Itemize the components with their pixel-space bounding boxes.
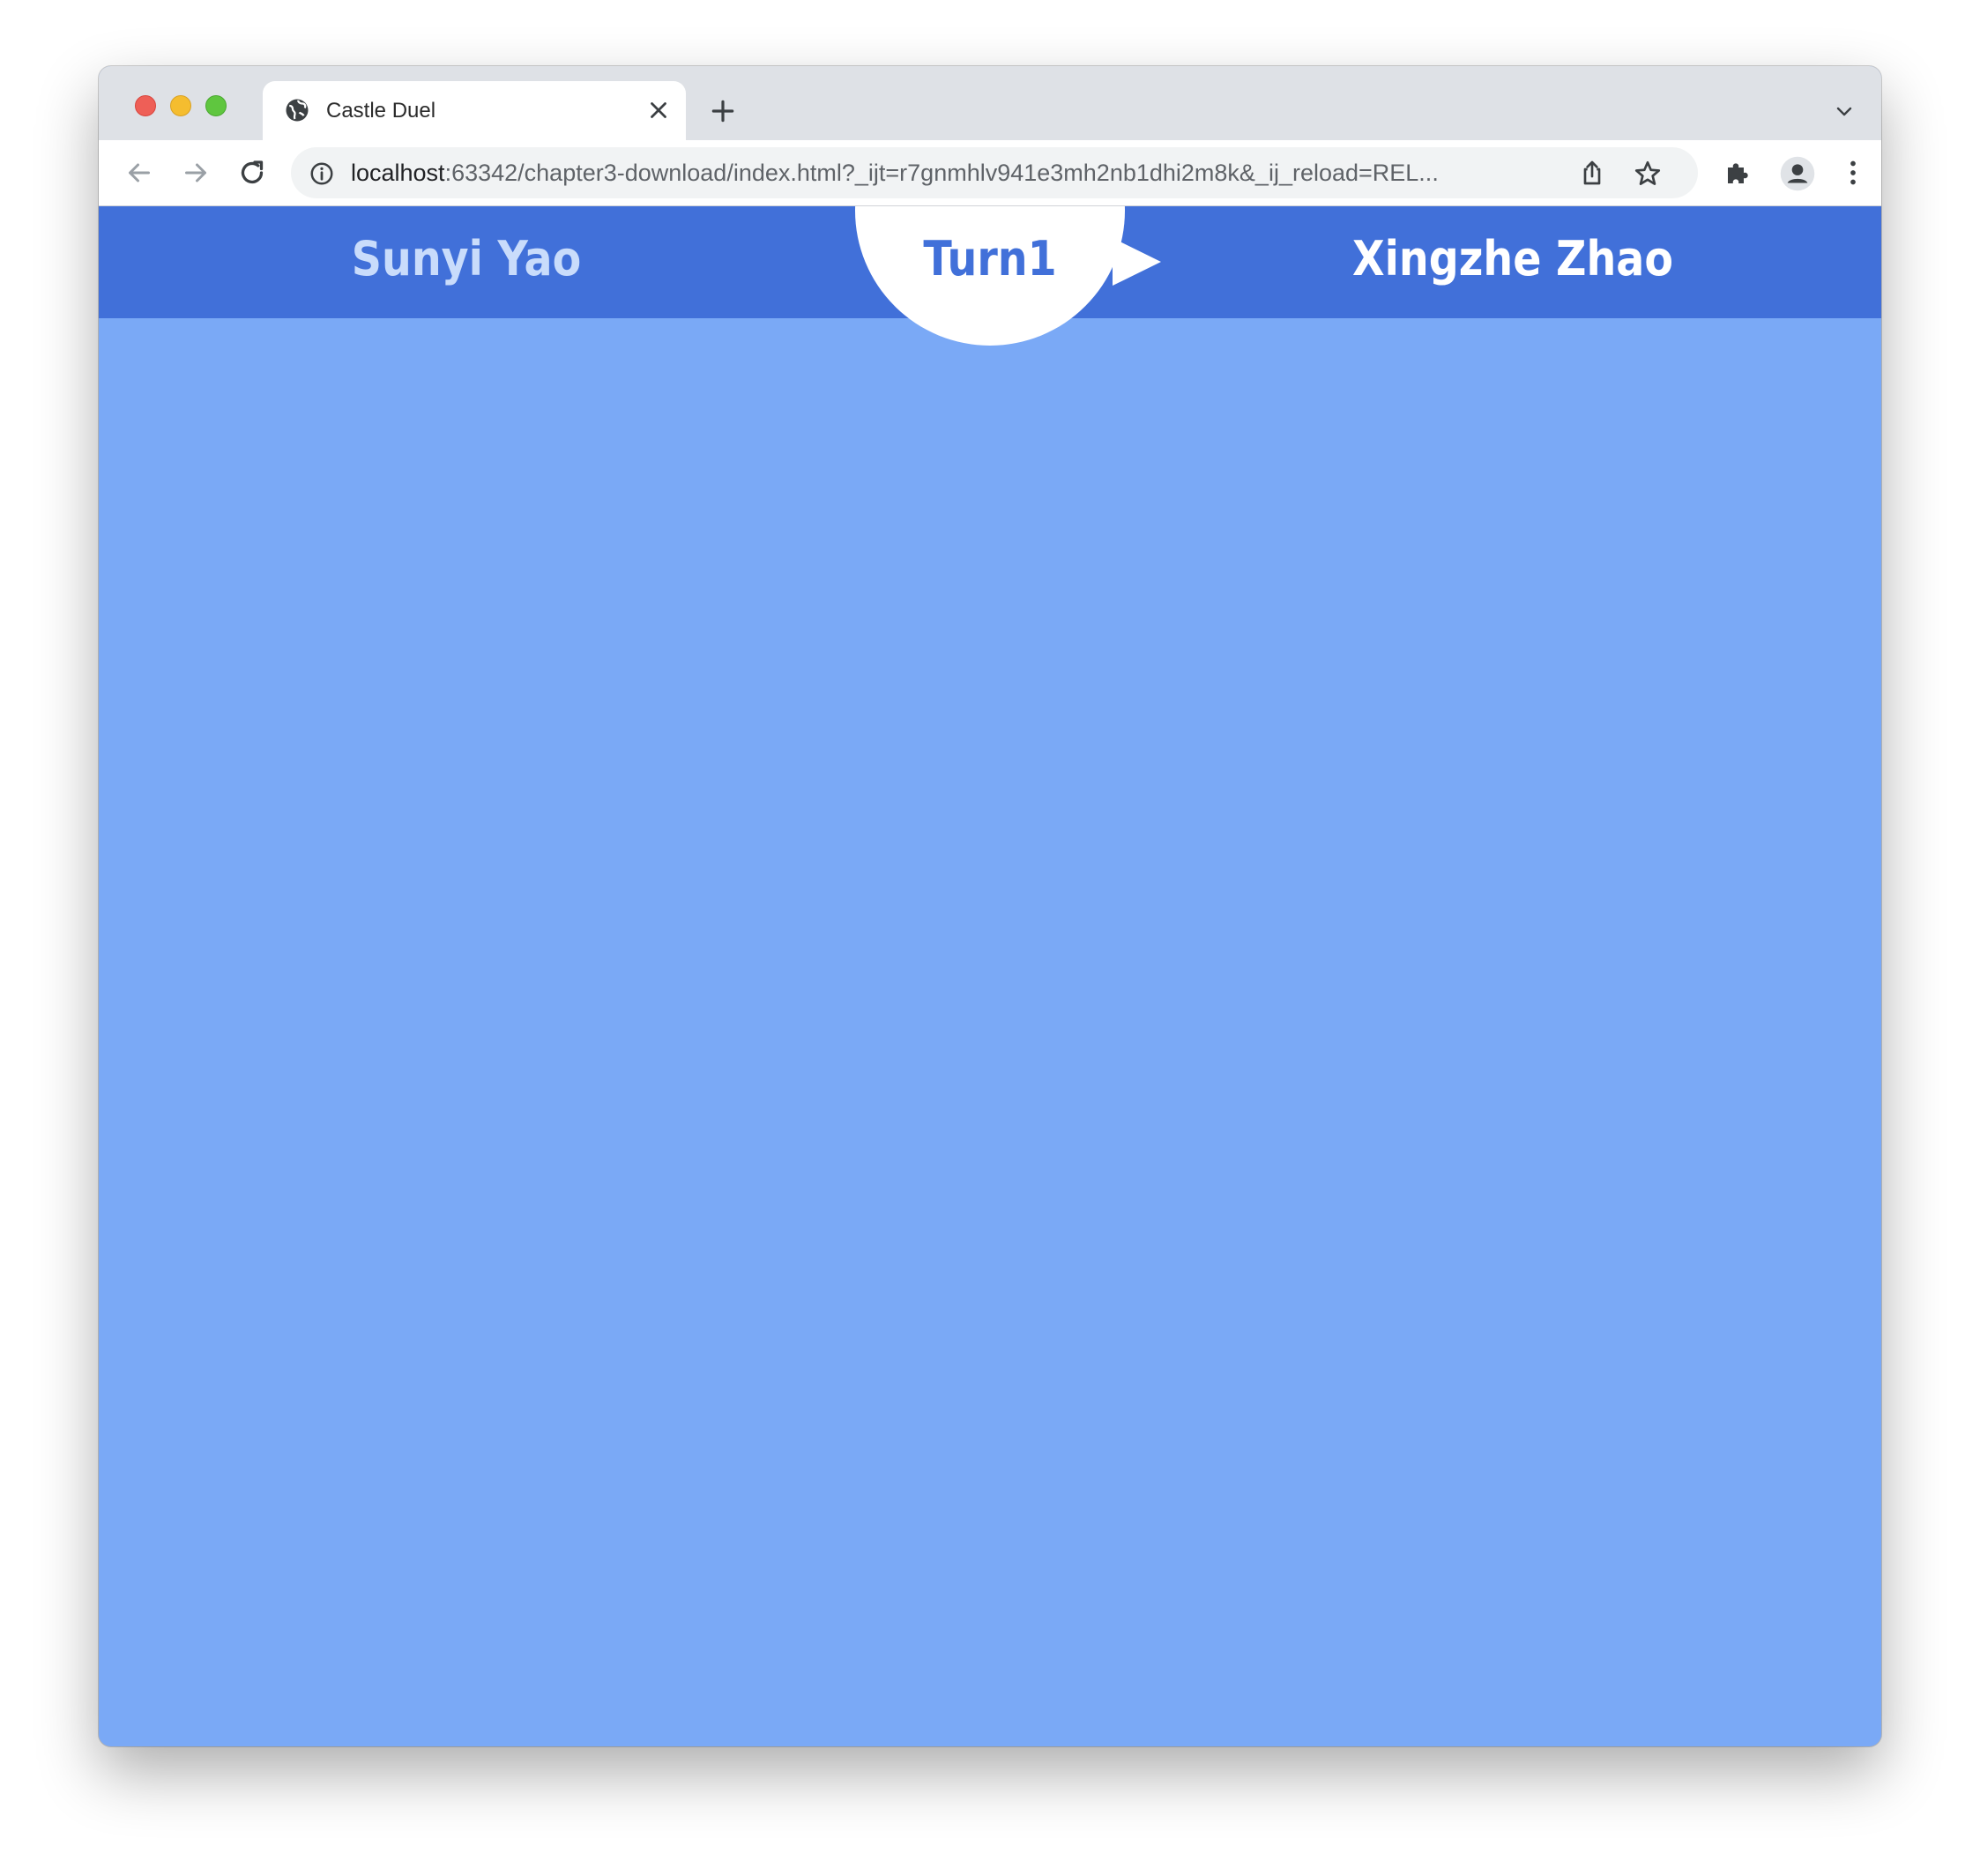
turn-arrow-pointer — [1113, 238, 1161, 286]
player-left-name: Sunyi Yao — [351, 231, 582, 287]
turn-label: Turn1 — [923, 231, 1057, 287]
kebab-menu-icon[interactable] — [1837, 157, 1869, 189]
globe-icon — [286, 99, 309, 122]
maximize-window-button[interactable] — [205, 95, 227, 116]
tab-title: Castle Duel — [326, 99, 436, 123]
new-tab-icon[interactable] — [709, 97, 737, 125]
close-icon[interactable] — [645, 97, 672, 123]
person-icon[interactable] — [1779, 155, 1816, 192]
arrow-left-icon[interactable] — [123, 157, 155, 189]
chevron-down-icon[interactable] — [1834, 101, 1855, 123]
address-bar[interactable]: localhost:63342/chapter3-download/index.… — [291, 147, 1698, 198]
tab-strip: Castle Duel — [99, 66, 1881, 140]
star-icon[interactable] — [1633, 159, 1663, 189]
browser-window: Castle Duel localhost:63342/chapter3-dow… — [99, 66, 1881, 1746]
url-host: localhost — [351, 160, 445, 186]
minimize-window-button[interactable] — [170, 95, 191, 116]
player-right-name: Xingzhe Zhao — [1351, 231, 1674, 287]
browser-toolbar: localhost:63342/chapter3-download/index.… — [99, 140, 1881, 206]
puzzle-icon[interactable] — [1723, 157, 1754, 189]
close-window-button[interactable] — [135, 95, 156, 116]
reload-icon[interactable] — [236, 157, 268, 189]
url-path: :63342/chapter3-download/index.html?_ijt… — [444, 160, 1439, 186]
info-icon[interactable] — [309, 160, 335, 187]
browser-tab[interactable]: Castle Duel — [263, 81, 686, 140]
share-icon[interactable] — [1578, 159, 1606, 187]
arrow-right-icon[interactable] — [180, 157, 212, 189]
url-text[interactable]: localhost:63342/chapter3-download/index.… — [351, 160, 1550, 187]
game-page: Sunyi Yao Xingzhe Zhao Turn1 — [99, 206, 1881, 1746]
